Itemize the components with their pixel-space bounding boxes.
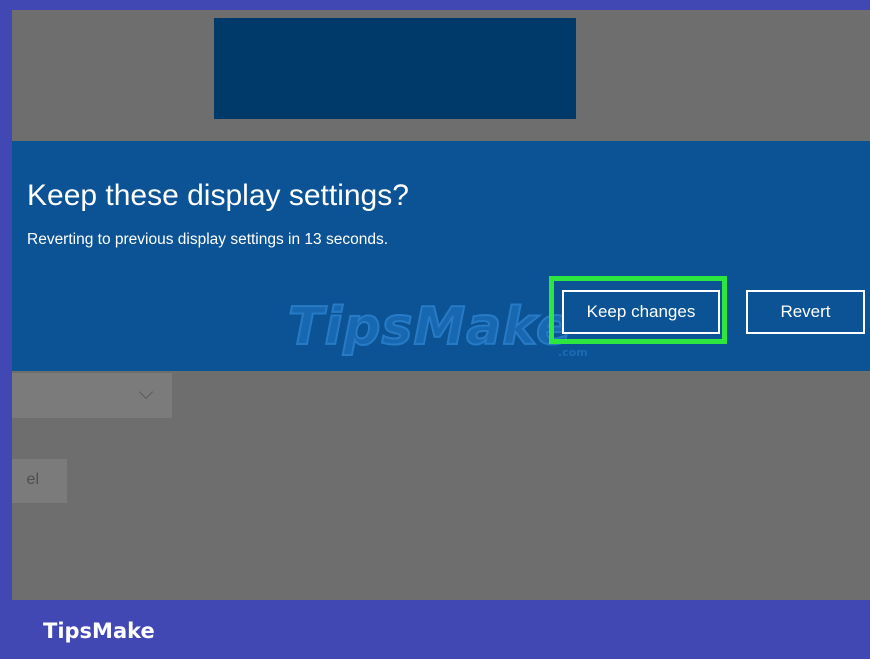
cancel-button[interactable]: el xyxy=(12,459,67,503)
brand-label: TipsMake xyxy=(43,619,155,643)
display-preview xyxy=(214,18,576,119)
keep-changes-button[interactable]: Keep changes xyxy=(562,290,720,334)
watermark-logo: TipsMake xyxy=(287,296,573,358)
cancel-button-label: el xyxy=(26,471,39,488)
dialog-title: Keep these display settings? xyxy=(27,179,409,212)
dialog-message: Reverting to previous display settings i… xyxy=(27,231,389,248)
watermark-suffix: .com xyxy=(558,346,588,359)
revert-button[interactable]: Revert xyxy=(746,290,865,334)
